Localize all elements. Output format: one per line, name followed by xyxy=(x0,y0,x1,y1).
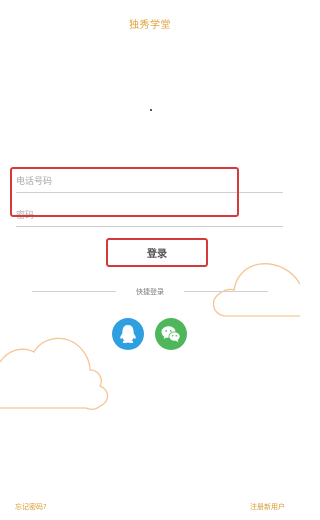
login-button[interactable]: 登录 xyxy=(106,238,208,267)
login-screen: 独秀学堂 登录 快捷登录 忘记密码? 注册新用户 xyxy=(0,0,300,520)
divider-right xyxy=(184,291,268,292)
quick-login-label: 快捷登录 xyxy=(136,288,164,296)
decorative-dot xyxy=(150,109,152,111)
password-input[interactable] xyxy=(16,209,283,227)
qq-penguin-icon xyxy=(120,325,136,344)
app-title: 独秀学堂 xyxy=(129,20,171,31)
register-link[interactable]: 注册新用户 xyxy=(250,502,285,512)
phone-input[interactable] xyxy=(16,175,283,193)
forgot-password-link[interactable]: 忘记密码? xyxy=(15,502,47,512)
wechat-login-button[interactable] xyxy=(155,318,187,350)
qq-login-button[interactable] xyxy=(112,318,144,350)
divider-left xyxy=(32,291,116,292)
wechat-bubbles-icon xyxy=(161,326,181,343)
